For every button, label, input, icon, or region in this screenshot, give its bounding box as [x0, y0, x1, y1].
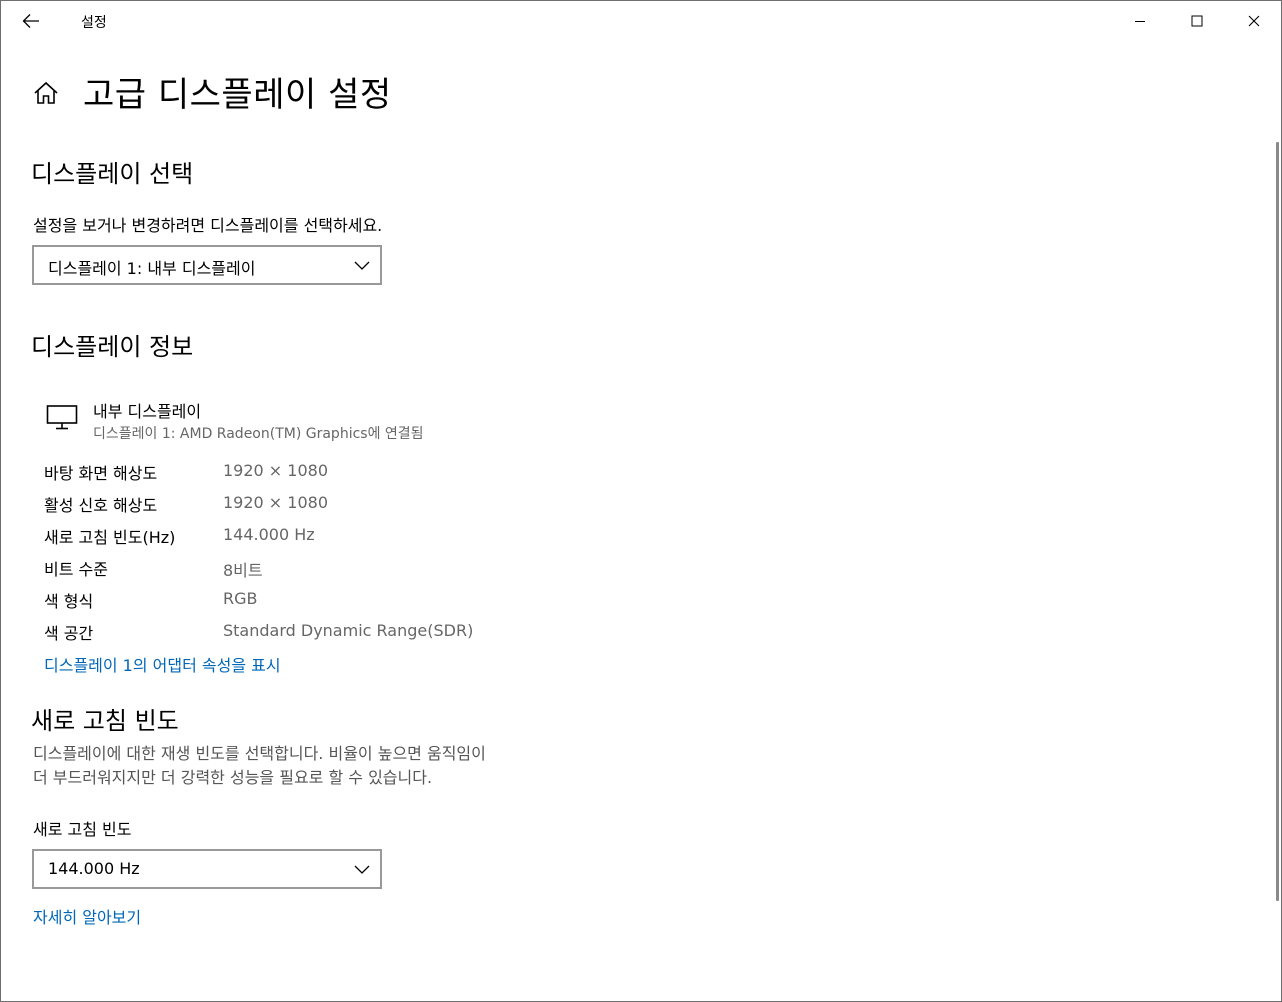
- chevron-down-icon: [354, 261, 370, 270]
- info-value: 1920 × 1080: [223, 461, 329, 480]
- info-label: 바탕 화면 해상도: [44, 464, 158, 483]
- close-button[interactable]: [1225, 1, 1282, 41]
- scrollbar[interactable]: [1276, 142, 1279, 901]
- close-icon: [1248, 15, 1259, 27]
- info-value: 1920 × 1080: [223, 493, 329, 512]
- refresh-rate-description: 디스플레이에 대한 재생 빈도를 선택합니다. 비율이 높으면 움직임이 더 부…: [33, 742, 593, 790]
- maximize-button[interactable]: [1168, 1, 1225, 41]
- display-select-dropdown[interactable]: 디스플레이 1: 내부 디스플레이: [32, 245, 382, 285]
- monitor-icon: [46, 405, 78, 430]
- back-arrow-icon: [22, 14, 39, 28]
- refresh-rate-heading: 새로 고침 빈도: [31, 707, 179, 735]
- home-button[interactable]: [31, 79, 61, 109]
- info-label: 비트 수준: [44, 560, 108, 579]
- display-info-heading: 디스플레이 정보: [31, 333, 194, 361]
- info-value: Standard Dynamic Range(SDR): [223, 621, 474, 640]
- home-icon: [34, 81, 58, 104]
- info-row-color-space: 색 공간 Standard Dynamic Range(SDR): [44, 620, 644, 644]
- info-value: RGB: [223, 589, 258, 608]
- info-row-active-signal-resolution: 활성 신호 해상도 1920 × 1080: [44, 492, 644, 516]
- refresh-rate-dropdown[interactable]: 144.000 Hz: [32, 849, 382, 889]
- info-label: 색 형식: [44, 592, 94, 611]
- select-display-heading: 디스플레이 선택: [31, 160, 194, 188]
- settings-window: 설정 고급 디스플레이 설정 디스플레이 선택 설정을 보거나 변경하려면 디스…: [0, 0, 1282, 1002]
- info-value: 8비트: [223, 561, 263, 580]
- display-connection: 디스플레이 1: AMD Radeon(TM) Graphics에 연결됨: [93, 426, 424, 442]
- back-button[interactable]: [13, 5, 49, 37]
- title-bar: 설정: [1, 1, 1281, 41]
- page-title: 고급 디스플레이 설정: [83, 75, 392, 115]
- select-display-description: 설정을 보거나 변경하려면 디스플레이를 선택하세요.: [33, 216, 383, 235]
- learn-more-link[interactable]: 자세히 알아보기: [33, 904, 141, 928]
- info-row-desktop-resolution: 바탕 화면 해상도 1920 × 1080: [44, 460, 644, 484]
- info-label: 활성 신호 해상도: [44, 496, 158, 515]
- info-row-bit-depth: 비트 수준 8비트: [44, 556, 644, 580]
- info-row-color-format: 색 형식 RGB: [44, 588, 644, 612]
- display-select-value: 디스플레이 1: 내부 디스플레이: [48, 259, 256, 278]
- info-row-refresh-rate: 새로 고침 빈도(Hz) 144.000 Hz: [44, 524, 644, 548]
- refresh-rate-value: 144.000 Hz: [48, 859, 140, 878]
- adapter-properties-link[interactable]: 디스플레이 1의 어댑터 속성을 표시: [44, 652, 281, 676]
- chevron-down-icon: [354, 865, 370, 874]
- maximize-icon: [1191, 15, 1202, 27]
- app-title: 설정: [81, 15, 107, 31]
- info-label: 색 공간: [44, 624, 94, 643]
- info-value: 144.000 Hz: [223, 525, 315, 544]
- info-label: 새로 고침 빈도(Hz): [44, 528, 176, 547]
- display-name: 내부 디스플레이: [93, 402, 202, 421]
- refresh-rate-description-line1: 디스플레이에 대한 재생 빈도를 선택합니다. 비율이 높으면 움직임이: [33, 744, 486, 763]
- minimize-icon: [1134, 21, 1145, 22]
- refresh-rate-field-label: 새로 고침 빈도: [33, 820, 132, 839]
- refresh-rate-description-line2: 더 부드러워지지만 더 강력한 성능을 필요로 할 수 있습니다.: [33, 768, 433, 787]
- minimize-button[interactable]: [1111, 1, 1168, 41]
